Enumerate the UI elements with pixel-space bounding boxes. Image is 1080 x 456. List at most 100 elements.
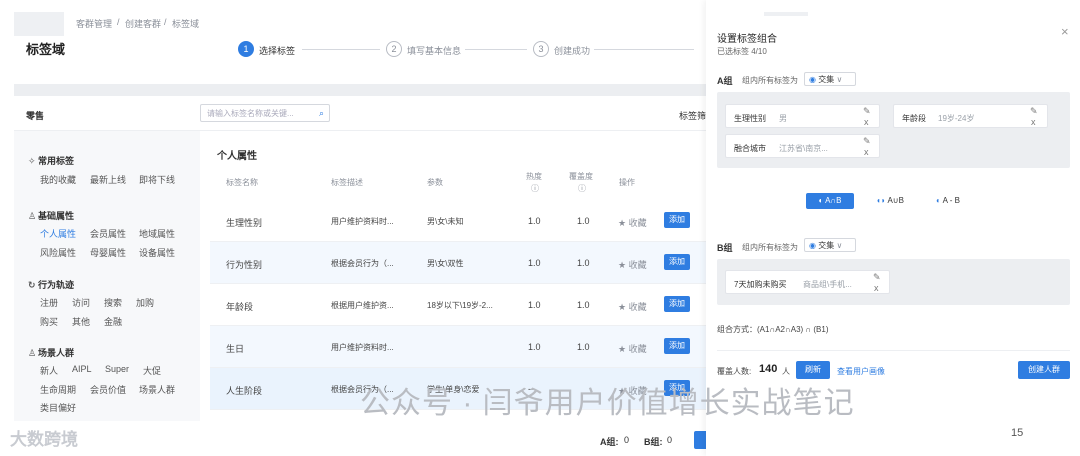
- category-aipl[interactable]: AIPL: [72, 364, 92, 374]
- view-profile-link[interactable]: 查看用户画像: [837, 366, 885, 377]
- scene-title: ♙ 场景人群: [28, 348, 75, 358]
- category-promotion[interactable]: 大促: [143, 364, 161, 377]
- category-super[interactable]: Super: [105, 364, 129, 374]
- intersection-button[interactable]: ◐ A∩B: [806, 193, 854, 209]
- category-my-favorites[interactable]: 我的收藏: [40, 173, 76, 186]
- tag-chip: 生理性别 男 ✎ x: [725, 104, 880, 128]
- page-number: 15: [1011, 427, 1024, 439]
- category-finance[interactable]: 金融: [104, 315, 122, 328]
- domain-header: 零售: [26, 111, 45, 121]
- tag-filter-label[interactable]: 标签筛: [679, 109, 706, 122]
- tag-desc: 用户维护资料时...: [331, 217, 394, 226]
- refresh-button[interactable]: 刷新: [796, 361, 830, 379]
- divider: [717, 350, 1070, 351]
- tag-chip: 融合城市 江苏省\南京... ✎ x: [725, 134, 880, 158]
- edit-icon[interactable]: ✎: [1030, 106, 1038, 117]
- category-risk-attr[interactable]: 风险属性: [40, 246, 76, 259]
- tag-name: 年龄段: [226, 302, 254, 312]
- category-scene-crowd[interactable]: 场景人群: [139, 383, 175, 396]
- col-desc-header: 标签描述: [331, 178, 363, 187]
- behavior-title: ↻ 行为轨迹: [28, 280, 75, 290]
- tag-heat: 1.0: [528, 300, 541, 310]
- category-personal-attr[interactable]: 个人属性: [40, 227, 76, 240]
- difference-button[interactable]: ◐ A - B: [924, 193, 972, 209]
- remove-icon[interactable]: x: [864, 147, 869, 157]
- category-visit[interactable]: 访问: [72, 296, 90, 309]
- group-a-rule-select[interactable]: ◉ 交集 ∨: [804, 72, 856, 86]
- info-icon: ⓘ: [578, 184, 586, 193]
- edit-icon[interactable]: ✎: [863, 136, 871, 147]
- add-tag-button[interactable]: 添加: [664, 296, 690, 312]
- category-lifecycle[interactable]: 生命周期: [40, 383, 76, 396]
- category-going-offline[interactable]: 即将下线: [139, 173, 175, 186]
- search-icon[interactable]: ⌕: [319, 108, 324, 119]
- chip-name: 生理性别: [734, 114, 766, 123]
- category-member-attr[interactable]: 会员属性: [90, 227, 126, 240]
- remove-icon[interactable]: x: [1031, 117, 1036, 127]
- category-other[interactable]: 其他: [72, 315, 90, 328]
- tag-desc: 用户维护资料时...: [331, 343, 394, 352]
- selected-count: 已选标签 4/10: [717, 47, 767, 56]
- close-icon[interactable]: ×: [1061, 24, 1069, 39]
- edit-icon[interactable]: ✎: [863, 106, 871, 117]
- group-b-rule-select[interactable]: ◉ 交集 ∨: [804, 238, 856, 252]
- step-connector: [302, 49, 380, 50]
- category-add-cart[interactable]: 加购: [136, 296, 154, 309]
- info-icon: ⓘ: [531, 184, 539, 193]
- chevron-down-icon: ∨: [836, 241, 843, 250]
- step-2-label: 填写基本信息: [407, 46, 462, 56]
- favorite-button[interactable]: ★ 收藏: [618, 216, 647, 229]
- category-maternal-attr[interactable]: 母婴属性: [90, 246, 126, 259]
- tag-coverage: 1.0: [577, 216, 590, 226]
- category-search[interactable]: 搜索: [104, 296, 122, 309]
- add-tag-button[interactable]: 添加: [664, 212, 690, 228]
- add-tag-button[interactable]: 添加: [664, 254, 690, 270]
- category-preference[interactable]: 类目偏好: [40, 401, 76, 414]
- favorite-button[interactable]: ★ 收藏: [618, 258, 647, 271]
- category-purchase[interactable]: 购买: [40, 315, 58, 328]
- search-input[interactable]: 请输入标签名称或关键...: [207, 109, 294, 118]
- pin-icon: ✧: [28, 156, 36, 166]
- category-device-attr[interactable]: 设备属性: [139, 246, 175, 259]
- step-2-circle: 2: [386, 41, 402, 57]
- add-tag-button[interactable]: 添加: [664, 338, 690, 354]
- favorite-button[interactable]: ★ 收藏: [618, 300, 647, 313]
- breadcrumb-customer-group[interactable]: 客群管理: [76, 17, 112, 30]
- toggle-icon: ◐: [818, 196, 824, 205]
- remove-icon[interactable]: x: [874, 283, 879, 293]
- category-new-online[interactable]: 最新上线: [90, 173, 126, 186]
- tag-param: 男\女\未知: [427, 217, 464, 226]
- favorite-button[interactable]: ★ 收藏: [618, 342, 647, 355]
- breadcrumb-create-group[interactable]: 创建客群: [125, 17, 161, 30]
- chip-value: 江苏省\南京...: [779, 144, 828, 153]
- page-title: 标签域: [26, 42, 66, 57]
- group-a-title: A组: [717, 76, 733, 86]
- toggle-icon: ◐: [936, 196, 941, 205]
- category-member-value[interactable]: 会员价值: [90, 383, 126, 396]
- remove-icon[interactable]: x: [864, 117, 869, 127]
- star-icon: ★: [618, 302, 627, 312]
- radio-icon: ◉: [809, 241, 816, 250]
- footer-group-b-count: 0: [667, 435, 673, 445]
- star-icon: ★: [618, 218, 627, 228]
- tag-heat: 1.0: [528, 216, 541, 226]
- people-icon: ♙: [28, 348, 37, 358]
- category-newcomer[interactable]: 新人: [40, 364, 58, 377]
- category-register[interactable]: 注册: [40, 296, 58, 309]
- table-row: 行为性别 根据会员行为（... 男\女\双性 1.0 1.0 ★ 收藏 添加: [210, 242, 706, 284]
- toggle-icon: ◖◗: [876, 196, 886, 205]
- union-button[interactable]: ◖◗ A∪B: [866, 193, 914, 209]
- create-crowd-button[interactable]: 创建人群: [1018, 361, 1070, 379]
- col-coverage-header[interactable]: 覆盖度: [569, 171, 593, 182]
- category-region-attr[interactable]: 地域属性: [139, 227, 175, 240]
- tag-param: 18岁以下\19岁-2...: [427, 301, 493, 310]
- star-icon: ★: [618, 260, 627, 270]
- basic-attr-title: ♙ 基础属性: [28, 211, 75, 221]
- edit-icon[interactable]: ✎: [873, 272, 881, 283]
- footer-group-b-label: B组:: [644, 437, 663, 447]
- group-a-rule-label: 组内所有标签为: [742, 76, 798, 85]
- table-row: 生理性别 用户维护资料时... 男\女\未知 1.0 1.0 ★ 收藏 添加: [210, 200, 706, 242]
- tag-search-box[interactable]: 请输入标签名称或关键... ⌕: [200, 104, 330, 122]
- combination-formula: 组合方式：(A1∩A2∩A3) ∩ (B1): [717, 325, 829, 334]
- col-heat-header[interactable]: 热度: [526, 171, 542, 182]
